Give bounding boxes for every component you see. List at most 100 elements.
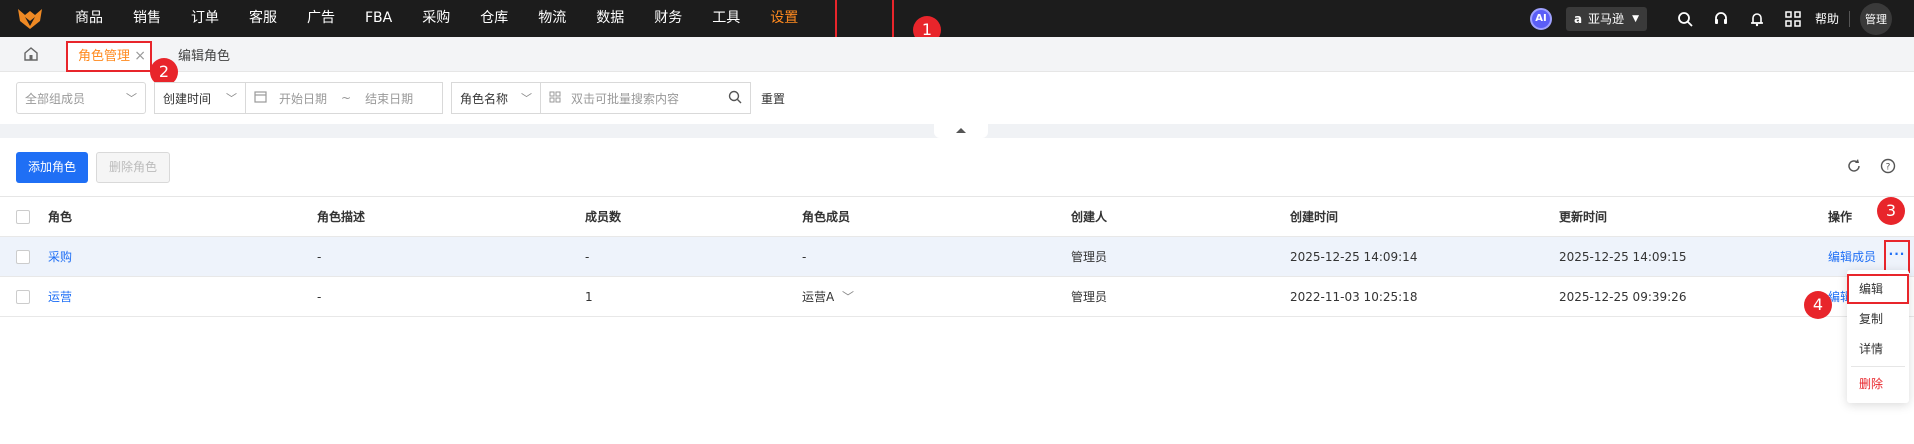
header-creator: 创建人 <box>1071 210 1108 224</box>
delete-role-button[interactable]: 删除角色 <box>96 152 171 183</box>
search-field-select[interactable]: 角色名称 ﹀ <box>451 82 541 114</box>
menu-item-details[interactable]: 详情 <box>1847 334 1909 364</box>
caret-down-icon: ▼ <box>1632 13 1639 24</box>
start-date-placeholder: 开始日期 <box>279 91 328 106</box>
top-nav-bar: 商品 销售 订单 客服 广告 FBA 采购 仓库 物流 数据 财务 工具 设置 … <box>0 0 1914 37</box>
nav-item-settings[interactable]: 设置 <box>755 0 813 37</box>
member-count: 1 <box>585 290 593 304</box>
menu-item-edit[interactable]: 编辑 <box>1847 274 1909 304</box>
store-selector-label: 亚马逊 <box>1588 12 1625 26</box>
avatar[interactable]: 管理 <box>1860 2 1892 35</box>
chevron-down-icon: ﹀ <box>521 92 532 105</box>
role-name-link[interactable]: 采购 <box>48 237 72 277</box>
created-time: 2022-11-03 10:25:18 <box>1290 290 1418 304</box>
role-description: - <box>317 290 322 304</box>
chevron-down-icon: ﹀ <box>126 92 137 105</box>
calendar-icon <box>254 90 267 106</box>
creator: 管理员 <box>1071 250 1108 264</box>
chevron-down-icon: ﹀ <box>842 290 855 304</box>
svg-text:?: ? <box>1886 163 1891 173</box>
amazon-icon: a <box>1573 11 1583 26</box>
tab-edit-role[interactable]: 编辑角色 <box>168 41 240 72</box>
search-placeholder: 双击可批量搜索内容 <box>571 91 680 106</box>
table-row: 运营 - 1 运营A ﹀ 管理员 2022-11-03 10:25:18 202… <box>0 277 1914 317</box>
apps-grid-icon[interactable] <box>1775 0 1811 37</box>
role-members: - <box>802 250 807 264</box>
nav-item-tools[interactable]: 工具 <box>697 0 755 37</box>
more-actions-button[interactable]: ··· <box>1884 240 1910 273</box>
date-separator: ~ <box>341 91 352 105</box>
search-icon[interactable] <box>728 90 742 107</box>
nav-item-ads[interactable]: 广告 <box>292 0 350 37</box>
member-count: - <box>585 250 590 264</box>
header-created-time: 创建时间 <box>1290 210 1339 224</box>
menu-divider <box>1851 366 1905 367</box>
collapse-up-icon[interactable] <box>934 124 988 138</box>
row-checkbox[interactable] <box>16 290 30 304</box>
annotation-marker-4: 4 <box>1804 291 1832 319</box>
page-tab-bar: 角色管理 × 编辑角色 <box>0 37 1914 72</box>
more-actions-menu: 编辑 复制 详情 删除 <box>1847 270 1909 403</box>
search-icon[interactable] <box>1667 0 1703 37</box>
home-icon[interactable] <box>22 45 42 65</box>
date-range-group: 创建时间 ﹀ 开始日期 ~ 结束日期 <box>154 82 443 114</box>
menu-item-copy[interactable]: 复制 <box>1847 304 1909 334</box>
logo-icon[interactable] <box>0 0 60 37</box>
header-role: 角色 <box>48 210 73 224</box>
top-right-tools: AI a 亚马逊 ▼ 帮助 管理 <box>1529 0 1914 37</box>
annotation-marker-3: 3 <box>1877 197 1905 225</box>
role-members: 运营A <box>802 290 835 304</box>
menu-item-delete[interactable]: 删除 <box>1847 369 1909 399</box>
help-link[interactable]: 帮助 <box>1815 10 1839 27</box>
chevron-down-icon: ﹀ <box>226 92 237 105</box>
row-checkbox[interactable] <box>16 250 30 264</box>
store-selector[interactable]: a 亚马逊 ▼ <box>1565 6 1647 31</box>
headset-icon[interactable] <box>1703 0 1739 37</box>
nav-item-customer-service[interactable]: 客服 <box>234 0 292 37</box>
role-members-dropdown[interactable]: 运营A ﹀ <box>802 277 854 317</box>
role-name-link[interactable]: 运营 <box>48 277 72 317</box>
search-input[interactable]: 双击可批量搜索内容 <box>541 82 751 114</box>
divider <box>1849 10 1850 27</box>
time-type-value: 创建时间 <box>163 91 212 106</box>
nav-item-logistics[interactable]: 物流 <box>523 0 581 37</box>
main-nav: 商品 销售 订单 客服 广告 FBA 采购 仓库 物流 数据 财务 工具 设置 <box>60 0 813 37</box>
creator: 管理员 <box>1071 290 1108 304</box>
action-toolbar: 添加角色 删除角色 <box>16 152 178 183</box>
nav-item-orders[interactable]: 订单 <box>176 0 234 37</box>
header-description: 角色描述 <box>317 210 366 224</box>
select-all-checkbox[interactable] <box>16 210 30 224</box>
nav-item-data[interactable]: 数据 <box>581 0 639 37</box>
roles-table: 角色 角色描述 成员数 角色成员 创建人 创建时间 更新时间 操作 采购 - -… <box>0 196 1914 317</box>
member-select-value: 全部组成员 <box>25 91 86 106</box>
ai-assistant-icon[interactable]: AI <box>1529 7 1552 30</box>
tab-role-management-label: 角色管理 <box>78 49 131 64</box>
date-range-input[interactable]: 开始日期 ~ 结束日期 <box>246 82 443 114</box>
nav-item-warehouse[interactable]: 仓库 <box>465 0 523 37</box>
nav-item-sales[interactable]: 销售 <box>118 0 176 37</box>
header-operation: 操作 <box>1828 210 1853 224</box>
close-icon[interactable]: × <box>134 43 146 70</box>
nav-item-purchase[interactable]: 采购 <box>407 0 465 37</box>
refresh-icon[interactable] <box>1846 158 1864 176</box>
table-header-row: 角色 角色描述 成员数 角色成员 创建人 创建时间 更新时间 操作 <box>0 197 1914 237</box>
reset-button[interactable]: 重置 <box>761 90 785 107</box>
add-role-button[interactable]: 添加角色 <box>16 152 89 183</box>
filter-bar: 全部组成员 ﹀ 创建时间 ﹀ 开始日期 ~ 结束日期 角色名称 ﹀ 双击可批量搜… <box>16 82 785 114</box>
nav-item-finance[interactable]: 财务 <box>639 0 697 37</box>
search-group: 角色名称 ﹀ 双击可批量搜索内容 <box>451 82 751 114</box>
header-member-count: 成员数 <box>585 210 622 224</box>
nav-item-products[interactable]: 商品 <box>60 0 118 37</box>
created-time: 2025-12-25 14:09:14 <box>1290 250 1418 264</box>
help-circle-icon[interactable]: ? <box>1880 158 1898 176</box>
header-members: 角色成员 <box>802 210 851 224</box>
bell-icon[interactable] <box>1739 0 1775 37</box>
tab-role-management[interactable]: 角色管理 × <box>66 41 152 72</box>
search-field-value: 角色名称 <box>460 91 509 106</box>
table-row: 采购 - - - 管理员 2025-12-25 14:09:14 2025-12… <box>0 237 1914 277</box>
member-select[interactable]: 全部组成员 ﹀ <box>16 82 146 114</box>
nav-item-fba[interactable]: FBA <box>350 0 407 37</box>
batch-search-icon <box>549 91 561 106</box>
updated-time: 2025-12-25 09:39:26 <box>1559 290 1687 304</box>
time-type-select[interactable]: 创建时间 ﹀ <box>154 82 246 114</box>
